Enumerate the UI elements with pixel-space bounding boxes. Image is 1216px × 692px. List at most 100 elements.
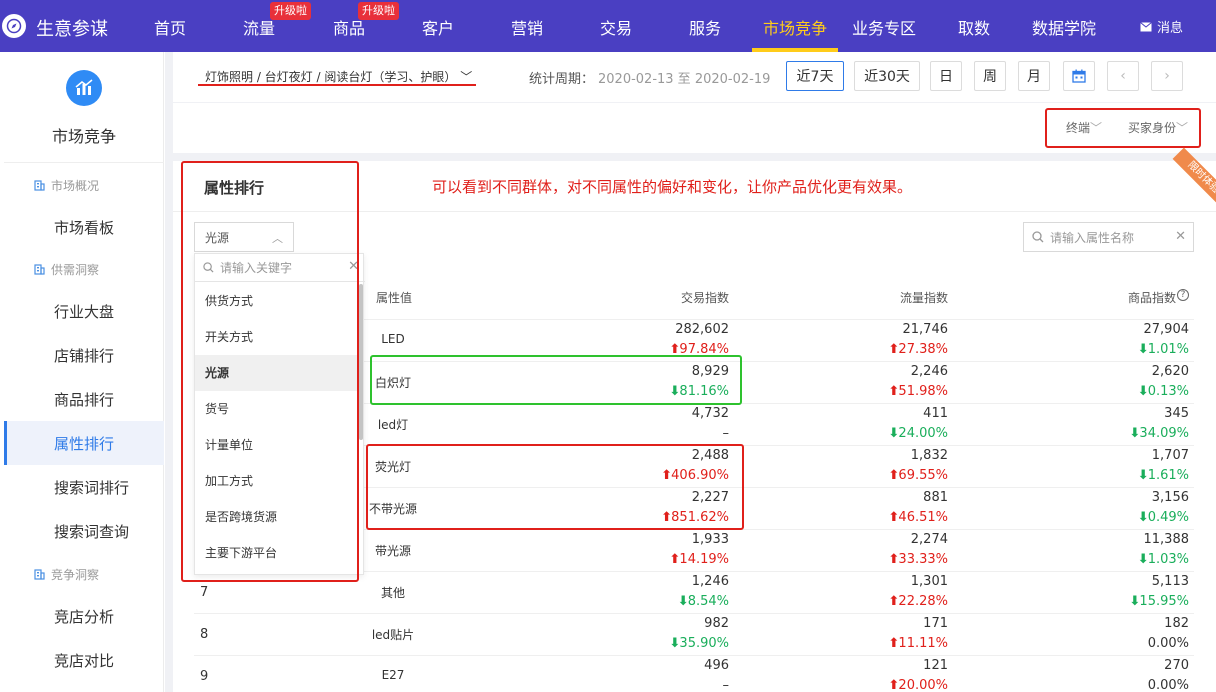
flow-index: 2,246 <box>910 364 948 379</box>
goods-index: 3,156 <box>1151 490 1189 505</box>
column-header-goods[interactable]: 商品指数 <box>1060 289 1176 306</box>
nav-item-9[interactable]: 取数 <box>958 15 990 39</box>
arrow-up-icon: ⬆ <box>888 468 900 483</box>
arrow-up-icon: ⬆ <box>888 636 900 651</box>
sidebar-item[interactable]: 商品排行 <box>54 389 114 410</box>
attribute-value: led贴片 <box>371 628 415 642</box>
sidebar-item[interactable]: 竞店对比 <box>54 650 114 671</box>
flow-change: ⬇24.00% <box>888 426 948 441</box>
clear-icon[interactable]: ✕ <box>1175 229 1186 244</box>
arrow-up-icon: ⬆ <box>888 384 900 399</box>
goods-change: ⬇1.61% <box>1137 468 1189 483</box>
nav-item-5[interactable]: 交易 <box>600 15 632 39</box>
sidebar-item[interactable]: 店铺排行 <box>54 345 114 366</box>
sidebar-group: 市场概况 <box>34 177 99 194</box>
highlight-box-filters <box>1045 108 1201 148</box>
sidebar-item[interactable]: 属性排行 <box>54 433 114 454</box>
flow-index: 2,274 <box>910 532 948 547</box>
goods-change: ⬇0.13% <box>1137 384 1189 399</box>
arrow-up-icon: ⬆ <box>888 342 900 357</box>
attribute-search-input[interactable]: 请输入属性名称 ✕ <box>1023 222 1194 252</box>
period-button[interactable]: 近30天 <box>854 61 920 91</box>
column-header-value: 属性值 <box>376 291 413 305</box>
trade-index: 4,732 <box>691 406 729 421</box>
rank-number: 7 <box>200 585 209 600</box>
dropdown-scrollbar[interactable] <box>359 284 363 440</box>
column-header-trade[interactable]: 交易指数 <box>629 289 729 306</box>
sidebar-item[interactable]: 搜索词排行 <box>54 477 129 498</box>
period-button[interactable]: 周 <box>974 61 1006 91</box>
nav-item-0[interactable]: 首页 <box>154 15 186 39</box>
flow-index: 1,832 <box>910 448 948 463</box>
goods-change: ⬇1.03% <box>1137 552 1189 567</box>
sidebar-item[interactable]: 行业大盘 <box>54 301 114 322</box>
trade-index: 982 <box>704 616 729 631</box>
category-breadcrumb[interactable]: 灯饰照明 / 台灯夜灯 / 阅读台灯（学习、护眼） ﹀ <box>205 68 472 85</box>
building-icon <box>34 180 45 191</box>
period-button[interactable]: 日 <box>930 61 962 91</box>
flow-change: ⬆69.55% <box>888 468 948 483</box>
flow-index: 881 <box>923 490 948 505</box>
next-period-button[interactable]: › <box>1151 61 1183 91</box>
sidebar-item[interactable]: 竞店分析 <box>54 606 114 627</box>
period-button[interactable]: 近7天 <box>786 61 844 91</box>
sidebar-group-label: 供需洞察 <box>51 263 100 277</box>
messages-label: 消息 <box>1157 21 1184 36</box>
goods-index: 1,707 <box>1151 448 1189 463</box>
arrow-down-icon: ⬇ <box>1137 510 1149 525</box>
mail-icon <box>1140 21 1152 31</box>
sidebar-group: 供需洞察 <box>34 261 99 278</box>
rank-number: 9 <box>200 669 209 684</box>
nav-item-3[interactable]: 客户 <box>422 15 454 39</box>
goods-index: 5,113 <box>1151 574 1189 589</box>
trade-change: ⬇35.90% <box>669 636 729 651</box>
goods-change: ⬇15.95% <box>1129 594 1189 609</box>
sidebar-group-label: 市场概况 <box>51 179 100 193</box>
column-header-flow[interactable]: 流量指数 <box>848 289 948 306</box>
flow-change: ⬆27.38% <box>888 342 948 357</box>
sidebar: 市场竞争 市场概况 市场看板 供需洞察 行业大盘 店铺排行 商品排行 属性排行 搜索词排行 搜索… <box>4 52 164 692</box>
goods-index: 182 <box>1164 616 1189 631</box>
goods-index: 11,388 <box>1143 532 1190 547</box>
flow-index: 121 <box>923 658 948 673</box>
nav-item-6[interactable]: 服务 <box>689 15 721 39</box>
arrow-down-icon: ⬇ <box>1137 552 1149 567</box>
building-icon <box>34 264 45 275</box>
highlight-box-incandescent <box>370 355 742 405</box>
flow-index: 411 <box>923 406 948 421</box>
goods-change: ⬇1.01% <box>1137 342 1189 357</box>
market-chart-icon <box>66 70 102 106</box>
calendar-button[interactable] <box>1063 61 1095 91</box>
nav-item-4[interactable]: 营销 <box>511 15 543 39</box>
arrow-down-icon: ⬇ <box>1129 594 1141 609</box>
arrow-down-icon: ⬇ <box>1137 468 1149 483</box>
sidebar-group: 竞争洞察 <box>34 566 99 583</box>
sidebar-item[interactable]: 搜索词查询 <box>54 521 129 542</box>
app-name[interactable]: 生意参谋 <box>36 15 108 41</box>
messages-link[interactable]: 消息 <box>1140 17 1183 36</box>
attribute-value: E27 <box>381 668 405 682</box>
nav-item-8[interactable]: 业务专区 <box>852 15 916 39</box>
sidebar-item[interactable]: 市场看板 <box>54 217 114 238</box>
goods-index: 270 <box>1164 658 1189 673</box>
period-button[interactable]: 月 <box>1018 61 1050 91</box>
rank-number: 8 <box>200 627 209 642</box>
chevron-down-icon: ﹀ <box>460 70 473 84</box>
top-nav: 生意参谋 首页 流量 升级啦 商品 升级啦 客户 营销 交易 服务 市场竞争 业务专区 取数 数据学院 … <box>0 0 1216 52</box>
nav-item-10[interactable]: 数据学院 <box>1032 15 1096 39</box>
nav-item-7[interactable]: 市场竞争 <box>763 15 827 39</box>
arrow-up-icon: ⬆ <box>888 594 900 609</box>
compass-icon[interactable] <box>2 14 26 38</box>
sidebar-group-label: 竞争洞察 <box>51 568 100 582</box>
help-icon[interactable]: ? <box>1177 289 1189 301</box>
calendar-icon <box>1072 69 1086 83</box>
goods-change: ⬇0.49% <box>1137 510 1189 525</box>
trade-change: ⬆14.19% <box>669 552 729 567</box>
prev-period-button[interactable]: ‹ <box>1107 61 1139 91</box>
table-row-divider <box>194 613 1194 614</box>
highlight-underline <box>198 84 476 86</box>
arrow-down-icon: ⬇ <box>888 426 900 441</box>
highlight-box-growth-rows <box>366 444 744 530</box>
arrow-up-icon: ⬆ <box>888 678 900 692</box>
sidebar-active-indicator <box>4 421 7 465</box>
